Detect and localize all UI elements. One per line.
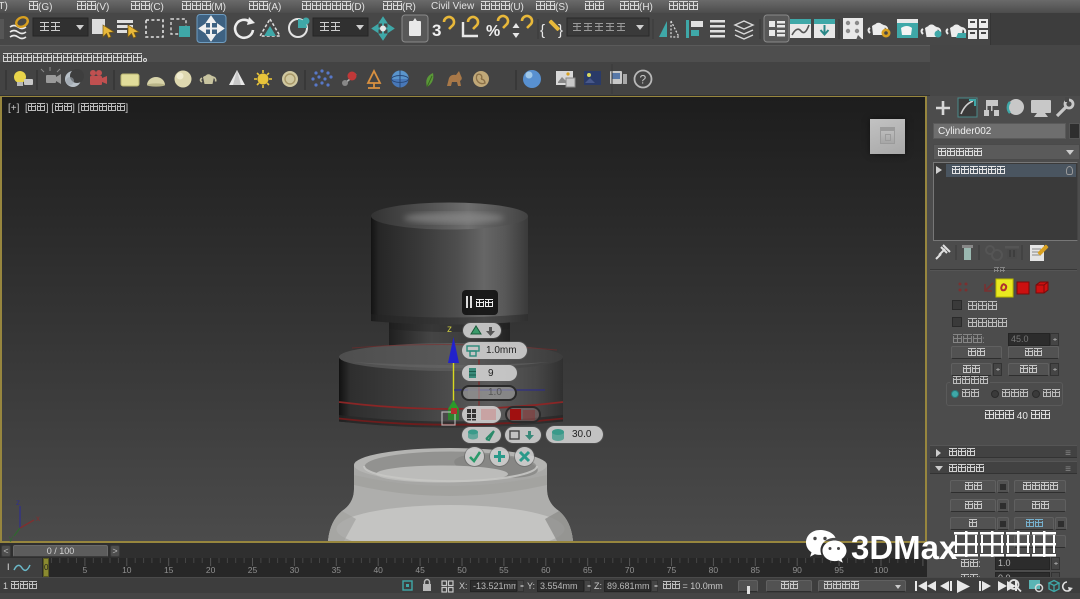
svg-text:z: z	[447, 324, 452, 335]
svg-text:70: 70	[625, 565, 635, 575]
svg-text:{: {	[540, 22, 545, 39]
svg-text:}: }	[558, 22, 563, 39]
svg-text:10: 10	[122, 565, 132, 575]
svg-text:85: 85	[751, 565, 761, 575]
svg-text:30: 30	[290, 565, 300, 575]
svg-text:40: 40	[373, 565, 383, 575]
svg-text:35: 35	[332, 565, 342, 575]
svg-text:3DMax: 3DMax	[851, 529, 958, 566]
svg-text:y: y	[9, 534, 13, 542]
svg-text:25: 25	[248, 565, 258, 575]
svg-text:20: 20	[206, 565, 216, 575]
svg-text:55: 55	[499, 565, 509, 575]
svg-text:x: x	[36, 514, 40, 523]
svg-text:60: 60	[541, 565, 551, 575]
svg-text:3: 3	[432, 21, 441, 40]
svg-text:z: z	[16, 498, 20, 507]
svg-text:15: 15	[164, 565, 174, 575]
svg-text:65: 65	[583, 565, 593, 575]
svg-text:?: ?	[640, 73, 647, 87]
svg-text:80: 80	[709, 565, 719, 575]
svg-text:5: 5	[83, 565, 88, 575]
svg-text:50: 50	[457, 565, 467, 575]
svg-text:75: 75	[667, 565, 677, 575]
svg-text:90: 90	[792, 565, 802, 575]
svg-text:%: %	[486, 23, 500, 40]
svg-text:45: 45	[415, 565, 425, 575]
